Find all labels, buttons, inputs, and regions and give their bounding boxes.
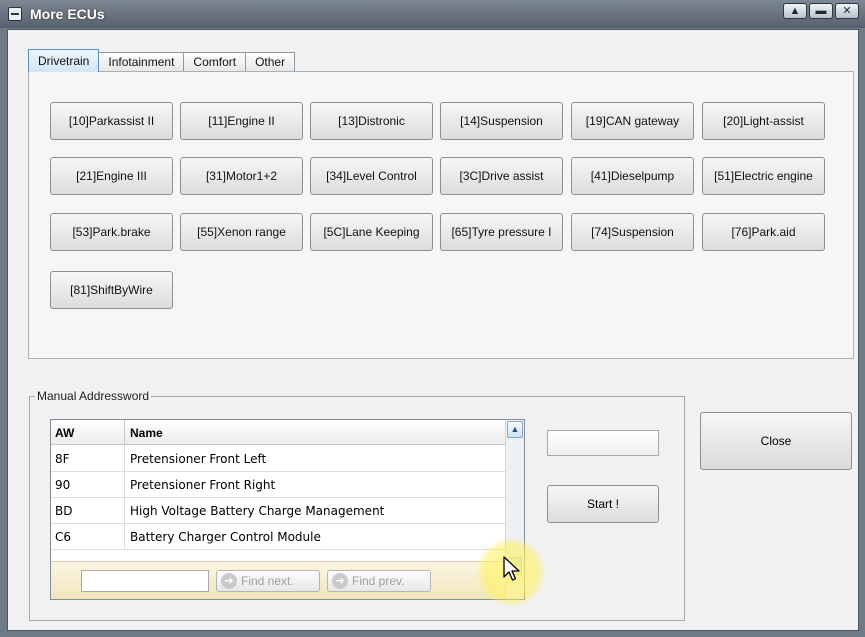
- tab-other[interactable]: Other: [245, 52, 296, 72]
- ecu-button[interactable]: [11]Engine II: [180, 102, 303, 140]
- find-text-input[interactable]: [81, 570, 209, 592]
- addressword-grid: AW Name 8F Pretensioner Front Left 90 Pr…: [50, 419, 525, 600]
- find-next-label: Find next.: [241, 574, 294, 588]
- group-label: Manual Addressword: [35, 389, 152, 403]
- window-controls: ▲ ▬ ✕: [783, 3, 859, 19]
- grid-header: AW Name: [51, 420, 506, 445]
- ecu-button[interactable]: [10]Parkassist II: [50, 102, 173, 140]
- ecu-button[interactable]: [65]Tyre pressure I: [440, 213, 563, 251]
- cell-name: High Voltage Battery Charge Management: [130, 504, 385, 518]
- ecu-button[interactable]: [3C]Drive assist: [440, 157, 563, 195]
- start-button[interactable]: Start !: [547, 485, 659, 523]
- table-row[interactable]: 8F Pretensioner Front Left: [51, 446, 506, 472]
- table-row[interactable]: BD High Voltage Battery Charge Managemen…: [51, 498, 506, 524]
- ecu-button[interactable]: [55]Xenon range: [180, 213, 303, 251]
- find-next-button[interactable]: ➜ Find next.: [216, 570, 320, 592]
- window-title: More ECUs: [30, 6, 105, 22]
- ecu-button[interactable]: [5C]Lane Keeping: [310, 213, 433, 251]
- find-prev-button[interactable]: ➜ Find prev.: [327, 570, 431, 592]
- cell-aw: BD: [51, 498, 125, 523]
- tab-comfort[interactable]: Comfort: [183, 52, 247, 72]
- chevron-up-icon[interactable]: ▲: [507, 421, 523, 438]
- ecu-button[interactable]: [41]Dieselpump: [571, 157, 694, 195]
- window-menu-icon[interactable]: [8, 7, 22, 21]
- ecu-button[interactable]: [34]Level Control: [310, 157, 433, 195]
- column-header-aw[interactable]: AW: [51, 420, 125, 445]
- title-bar[interactable]: More ECUs ▲ ▬ ✕: [0, 0, 865, 28]
- find-bar: ➜ Find next. ➜ Find prev.: [51, 561, 506, 599]
- cell-name: Pretensioner Front Left: [130, 452, 267, 466]
- cell-aw: C6: [51, 524, 125, 549]
- find-prev-label: Find prev.: [352, 574, 405, 588]
- cell-name: Battery Charger Control Module: [130, 530, 321, 544]
- table-row[interactable]: 90 Pretensioner Front Right: [51, 472, 506, 498]
- ecu-category-tabs: Drivetrain Infotainment Comfort Other: [28, 49, 296, 72]
- search-arrow-icon: ➜: [332, 573, 348, 589]
- ecu-button[interactable]: [51]Electric engine: [702, 157, 825, 195]
- close-window-button[interactable]: ✕: [835, 3, 859, 19]
- ecu-button[interactable]: [21]Engine III: [50, 157, 173, 195]
- ecu-button[interactable]: [53]Park.brake: [50, 213, 173, 251]
- ecu-button[interactable]: [74]Suspension: [571, 213, 694, 251]
- column-header-name[interactable]: Name: [126, 420, 506, 445]
- ecu-button[interactable]: [76]Park.aid: [702, 213, 825, 251]
- restore-button[interactable]: ▬: [809, 3, 833, 19]
- ecu-button[interactable]: [13]Distronic: [310, 102, 433, 140]
- ecu-button[interactable]: [81]ShiftByWire: [50, 271, 173, 309]
- window-client-area: Drivetrain Infotainment Comfort Other [1…: [7, 29, 859, 631]
- cell-aw: 8F: [51, 446, 125, 471]
- ecu-button[interactable]: [19]CAN gateway: [571, 102, 694, 140]
- close-button[interactable]: Close: [700, 412, 852, 470]
- table-row[interactable]: C6 Battery Charger Control Module: [51, 524, 506, 550]
- ecu-button[interactable]: [20]Light-assist: [702, 102, 825, 140]
- grid-vertical-scrollbar[interactable]: ▲: [505, 420, 524, 599]
- address-input[interactable]: [547, 430, 659, 456]
- cell-aw: 90: [51, 472, 125, 497]
- ecu-button[interactable]: [14]Suspension: [440, 102, 563, 140]
- minimize-button[interactable]: ▲: [783, 3, 807, 19]
- ecu-button[interactable]: [31]Motor1+2: [180, 157, 303, 195]
- cell-name: Pretensioner Front Right: [130, 478, 276, 492]
- more-ecus-window: More ECUs ▲ ▬ ✕ Drivetrain Infotainment …: [0, 0, 865, 637]
- scroll-thumb[interactable]: [508, 557, 522, 575]
- tab-infotainment[interactable]: Infotainment: [98, 52, 185, 72]
- search-arrow-icon: ➜: [221, 573, 237, 589]
- tab-drivetrain[interactable]: Drivetrain: [28, 49, 100, 72]
- drivetrain-panel: [10]Parkassist II [11]Engine II [13]Dist…: [28, 71, 854, 359]
